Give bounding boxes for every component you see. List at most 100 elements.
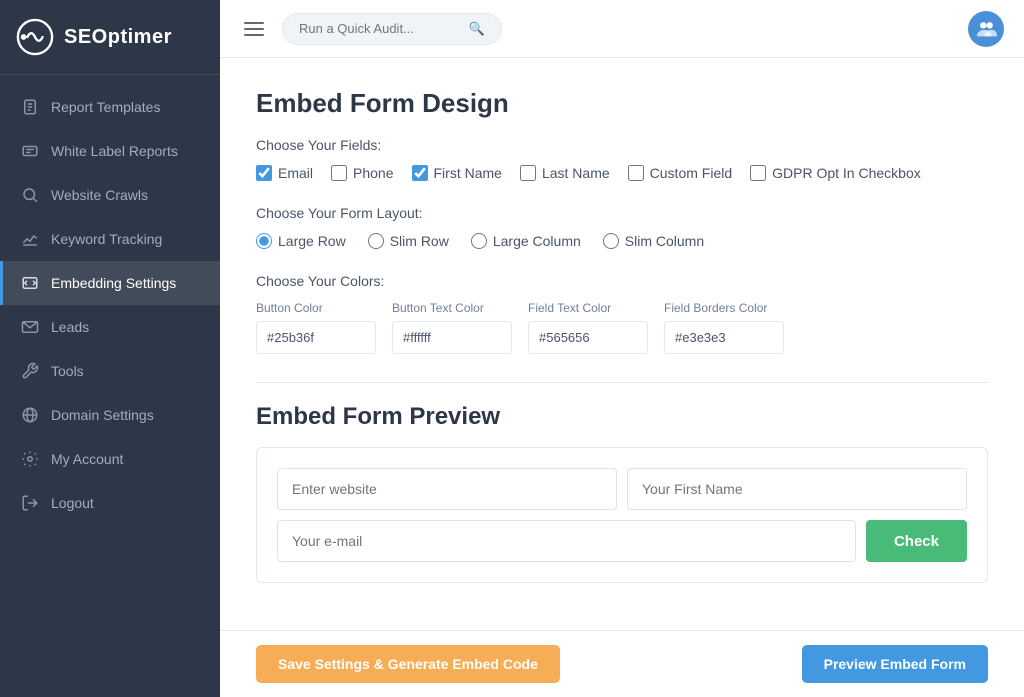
bottom-bar: Save Settings & Generate Embed Code Prev… <box>220 630 1024 697</box>
sidebar-item-website-crawls[interactable]: Website Crawls <box>0 173 220 217</box>
field-custom[interactable]: Custom Field <box>628 165 732 181</box>
colors-section: Choose Your Colors: Button Color Button … <box>256 273 988 354</box>
user-avatar[interactable] <box>968 11 1004 47</box>
layout-slim-column[interactable]: Slim Column <box>603 233 704 249</box>
preview-firstname-input[interactable] <box>627 468 967 510</box>
globe-icon <box>21 406 39 424</box>
logout-icon <box>21 494 39 512</box>
hamburger-line-1 <box>244 22 264 24</box>
layout-large-column[interactable]: Large Column <box>471 233 581 249</box>
sidebar-label-report-templates: Report Templates <box>51 99 160 115</box>
radio-large-row-label: Large Row <box>278 233 346 249</box>
preview-check-button[interactable]: Check <box>866 520 967 562</box>
color-input-button[interactable] <box>256 321 376 354</box>
radio-large-column-label: Large Column <box>493 233 581 249</box>
sidebar-item-keyword-tracking[interactable]: Keyword Tracking <box>0 217 220 261</box>
color-field-field-text: Field Text Color <box>528 301 648 354</box>
sidebar-item-embedding-settings[interactable]: Embedding Settings <box>0 261 220 305</box>
search-input[interactable] <box>299 21 461 36</box>
preview-section: Embed Form Preview Check <box>256 403 988 583</box>
field-first-name-label: First Name <box>434 165 502 181</box>
tools-icon <box>21 362 39 380</box>
sidebar-label-white-label-reports: White Label Reports <box>51 143 178 159</box>
color-inputs-row: Button Color Button Text Color Field Tex… <box>256 301 988 354</box>
crawl-icon <box>21 186 39 204</box>
field-custom-label: Custom Field <box>650 165 732 181</box>
sidebar-item-report-templates[interactable]: Report Templates <box>0 85 220 129</box>
preview-embed-form-button[interactable]: Preview Embed Form <box>802 645 988 683</box>
field-email-checkbox[interactable] <box>256 165 272 181</box>
choose-fields-label: Choose Your Fields: <box>256 137 988 153</box>
chart-icon <box>21 230 39 248</box>
color-input-field-text[interactable] <box>528 321 648 354</box>
sidebar-label-website-crawls: Website Crawls <box>51 187 148 203</box>
sidebar-label-embedding-settings: Embedding Settings <box>51 275 176 291</box>
sidebar-item-my-account[interactable]: My Account <box>0 437 220 481</box>
color-input-borders[interactable] <box>664 321 784 354</box>
sidebar-label-logout: Logout <box>51 495 94 511</box>
preview-grid <box>277 468 967 510</box>
sidebar-label-keyword-tracking: Keyword Tracking <box>51 231 162 247</box>
layout-slim-row[interactable]: Slim Row <box>368 233 449 249</box>
sidebar-nav: Report Templates White Label Reports Web… <box>0 75 220 697</box>
color-label-borders: Field Borders Color <box>664 301 784 315</box>
save-settings-button[interactable]: Save Settings & Generate Embed Code <box>256 645 560 683</box>
search-icon: 🔍 <box>469 21 485 37</box>
field-last-name-label: Last Name <box>542 165 610 181</box>
color-label-button: Button Color <box>256 301 376 315</box>
search-bar[interactable]: 🔍 <box>282 13 502 45</box>
radio-slim-row[interactable] <box>368 233 384 249</box>
field-gdpr-label: GDPR Opt In Checkbox <box>772 165 921 181</box>
gear-icon <box>21 450 39 468</box>
hamburger-line-3 <box>244 34 264 36</box>
sidebar-item-tools[interactable]: Tools <box>0 349 220 393</box>
page-title: Embed Form Design <box>256 88 988 119</box>
preview-box: Check <box>256 447 988 583</box>
hamburger-line-2 <box>244 28 264 30</box>
sidebar-item-domain-settings[interactable]: Domain Settings <box>0 393 220 437</box>
preview-email-row: Check <box>277 520 967 562</box>
sidebar-label-my-account: My Account <box>51 451 123 467</box>
file-icon <box>21 98 39 116</box>
field-email[interactable]: Email <box>256 165 313 181</box>
layout-row: Large Row Slim Row Large Column Slim Col… <box>256 233 988 249</box>
sidebar: SEOptimer Report Templates White Label R… <box>0 0 220 697</box>
hamburger-button[interactable] <box>240 18 268 40</box>
color-field-button-text: Button Text Color <box>392 301 512 354</box>
field-phone-checkbox[interactable] <box>331 165 347 181</box>
preview-website-input[interactable] <box>277 468 617 510</box>
choose-layout-label: Choose Your Form Layout: <box>256 205 988 221</box>
sidebar-item-white-label-reports[interactable]: White Label Reports <box>0 129 220 173</box>
field-last-name-checkbox[interactable] <box>520 165 536 181</box>
topbar: 🔍 <box>220 0 1024 58</box>
radio-large-row[interactable] <box>256 233 272 249</box>
color-input-button-text[interactable] <box>392 321 512 354</box>
preview-email-input[interactable] <box>277 520 856 562</box>
radio-slim-column-label: Slim Column <box>625 233 704 249</box>
field-last-name[interactable]: Last Name <box>520 165 610 181</box>
embed-icon <box>21 274 39 292</box>
color-label-field-text: Field Text Color <box>528 301 648 315</box>
color-label-button-text: Button Text Color <box>392 301 512 315</box>
choose-colors-label: Choose Your Colors: <box>256 273 988 289</box>
field-gdpr-checkbox[interactable] <box>750 165 766 181</box>
sidebar-item-leads[interactable]: Leads <box>0 305 220 349</box>
field-first-name[interactable]: First Name <box>412 165 502 181</box>
radio-large-column[interactable] <box>471 233 487 249</box>
field-gdpr[interactable]: GDPR Opt In Checkbox <box>750 165 921 181</box>
radio-slim-column[interactable] <box>603 233 619 249</box>
preview-title: Embed Form Preview <box>256 403 988 431</box>
radio-slim-row-label: Slim Row <box>390 233 449 249</box>
fields-row: Email Phone First Name Last Name Custom … <box>256 165 988 181</box>
field-phone[interactable]: Phone <box>331 165 393 181</box>
field-email-label: Email <box>278 165 313 181</box>
logo-text: SEOptimer <box>64 26 172 49</box>
field-first-name-checkbox[interactable] <box>412 165 428 181</box>
label-icon <box>21 142 39 160</box>
mail-icon <box>21 318 39 336</box>
layout-large-row[interactable]: Large Row <box>256 233 346 249</box>
field-custom-checkbox[interactable] <box>628 165 644 181</box>
sidebar-item-logout[interactable]: Logout <box>0 481 220 525</box>
logo-icon <box>16 18 54 56</box>
divider <box>256 382 988 383</box>
